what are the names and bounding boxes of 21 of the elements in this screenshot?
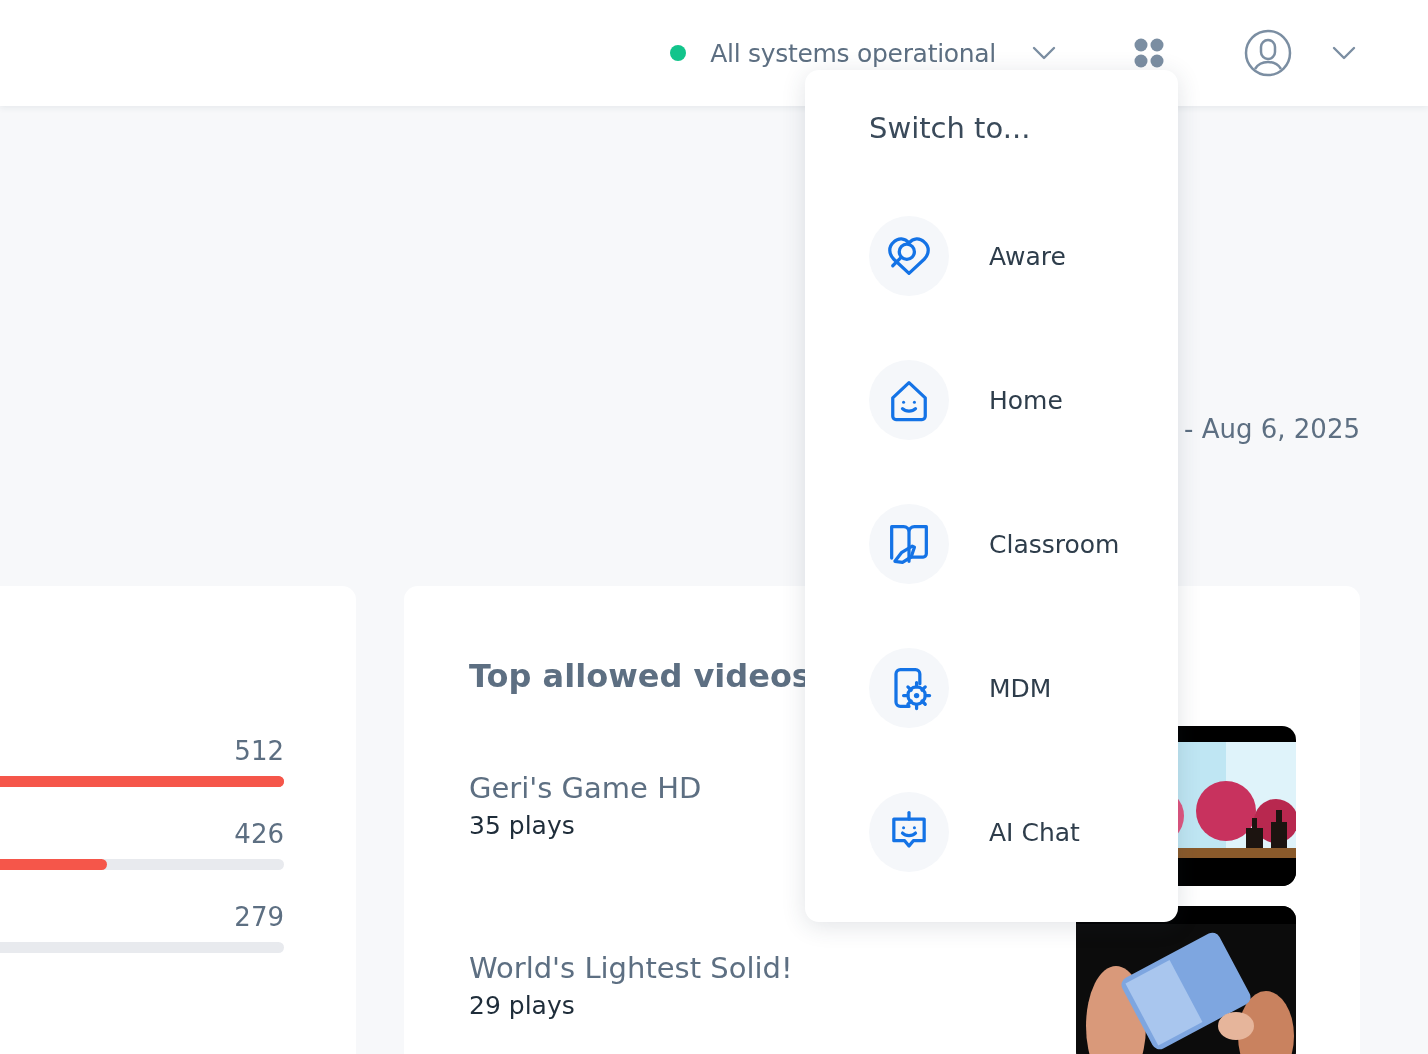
user-avatar-icon[interactable]	[1244, 29, 1292, 77]
bar-value: 426	[234, 819, 284, 849]
menu-item[interactable]: Classroom	[989, 529, 1120, 559]
chevron-down-icon[interactable]	[1332, 46, 1356, 60]
bar-value: 512	[234, 736, 284, 766]
menu-title: Switch to...	[869, 110, 1032, 146]
menu-item[interactable]: Aware	[989, 241, 1066, 271]
date-range[interactable]: - Aug 6, 2025	[1184, 412, 1360, 446]
menu-item[interactable]: MDM	[989, 673, 1052, 703]
video-title[interactable]: World's Lightest Solid!	[469, 948, 793, 988]
play-count: 29 plays	[469, 990, 576, 1022]
status-dot	[670, 45, 687, 61]
menu-item[interactable]: Home	[989, 385, 1063, 415]
chevron-down-icon[interactable]	[1032, 46, 1056, 60]
play-count: 35 plays	[469, 810, 576, 842]
apps-grid-icon[interactable]	[1134, 38, 1164, 68]
card-title: Top allowed videos	[469, 656, 811, 696]
video-title[interactable]: Geri's Game HD	[469, 768, 702, 808]
status-text[interactable]: All systems operational	[710, 38, 996, 68]
menu-item[interactable]: AI Chat	[989, 817, 1080, 847]
bar-value: 279	[234, 902, 284, 932]
